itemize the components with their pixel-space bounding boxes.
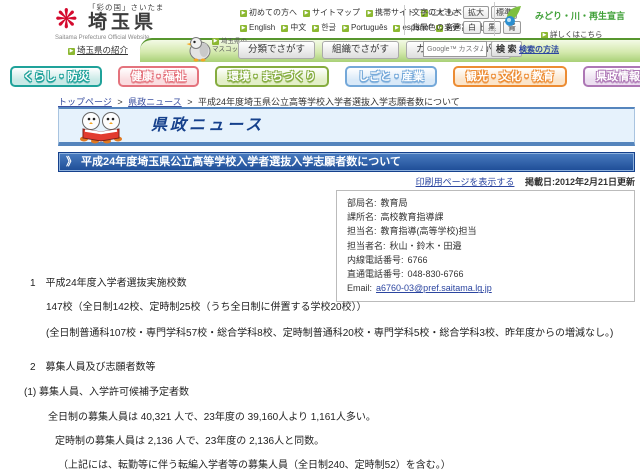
- breadcrumb-news-link[interactable]: 県政ニュース: [128, 97, 182, 107]
- arrow-icon: ▶: [68, 48, 75, 55]
- article-title-bar: 》平成24年度埼玉県公立高等学校入学者選抜入学志願者数について: [58, 152, 635, 172]
- arrow-icon: ▶: [240, 25, 247, 32]
- article-body: 1 平成24年度入学者選抜実施校数 147校（全日制142校、定時制25校（うち…: [24, 274, 632, 471]
- kobaton-mascot-icon: [186, 34, 214, 65]
- green-declaration-icon: [505, 6, 521, 26]
- nav-tab-shigoto-sangyou[interactable]: しごと・産業: [345, 66, 437, 87]
- site-logo[interactable]: ❋ 「彩の国」さいたま 埼玉県 Saitama Prefecture Offic…: [55, 2, 185, 41]
- nav-tab-kenkou-fukushi[interactable]: 健康・福祉: [118, 66, 199, 87]
- print-page-link[interactable]: 印刷用ページを表示する: [416, 177, 515, 187]
- font-size-enlarge-button[interactable]: 拡大: [463, 6, 489, 19]
- nav-tab-kankyou-machi[interactable]: 環境・まちづくり: [215, 66, 329, 87]
- arrow-icon: ▶: [240, 10, 247, 17]
- section1-line2: (全日制普通科107校・専門学科57校・総合学科8校、定時制普通科20校・専門学…: [46, 328, 614, 339]
- arrow-icon: ▶: [366, 10, 373, 17]
- link-korean[interactable]: ▶ 한글: [312, 23, 336, 32]
- publish-date: 掲載日:2012年2月21日更新: [524, 177, 635, 187]
- section1-line1: 147校（全日制142校、定時制25校（うち全日制に併置する学校20校））: [46, 302, 367, 313]
- arrow-icon: ▶: [281, 25, 289, 32]
- category-nav-tabs: くらし・防災 健康・福祉 環境・まちづくり しごと・産業 観光・文化・教育 県政…: [10, 66, 640, 87]
- link-portuguese[interactable]: ▶ Português: [341, 23, 387, 32]
- section2-subheading: (1) 募集人員、入学許可候補予定者数: [24, 387, 189, 398]
- contact-row-division: 課所名: 高校教育指導課: [347, 212, 444, 223]
- news-banner-title: 県政ニュース: [151, 117, 265, 134]
- section2-line3: （上記には、転勤等に伴う転編入学者等の募集人員（全日制240、定時制52）を含む…: [58, 460, 451, 471]
- bg-color-label: 背景色の変更: [412, 23, 460, 32]
- link-chinese[interactable]: ▶ 中文: [281, 23, 306, 32]
- news-mascot-icon: [75, 111, 131, 148]
- search-by-organization-button[interactable]: 組織でさがす: [322, 41, 400, 59]
- contact-row-bureau: 部局名: 教育局: [347, 198, 408, 208]
- section2-line1: 全日制の募集人員は 40,321 人で、23年度の 39,160人より 1,16…: [48, 412, 376, 423]
- search-help-link[interactable]: 検索の方法: [519, 44, 559, 55]
- site-name: 埼玉県: [88, 12, 158, 33]
- green-declaration-banner[interactable]: みどり・川・再生宣言 ▶ 詳しくはこちら: [494, 2, 640, 39]
- arrow-icon: ▶: [393, 25, 401, 32]
- link-first-time[interactable]: ▶ 初めての方へ: [240, 8, 297, 17]
- breadcrumb-separator: >: [117, 97, 123, 107]
- breadcrumb-separator: >: [187, 97, 193, 107]
- arrow-icon: ▶: [341, 25, 349, 32]
- nav-tab-kurashi-bousai[interactable]: くらし・防災: [10, 66, 102, 87]
- article-meta: 印刷用ページを表示する 掲載日:2012年2月21日更新: [58, 175, 635, 188]
- breadcrumb-home-link[interactable]: トップページ: [58, 97, 112, 107]
- contact-row-staff: 担当者名: 秋山・鈴木・田邉: [347, 240, 462, 251]
- bg-white-button[interactable]: 白: [463, 21, 481, 34]
- section1-heading: 1 平成24年度入学者選抜実施校数: [30, 278, 187, 289]
- top-header: ❋ 「彩の国」さいたま 埼玉県 Saitama Prefecture Offic…: [0, 0, 640, 55]
- nav-tab-kensei-joho[interactable]: 県政情報・統計: [583, 66, 640, 87]
- section2-line2: 定時制の募集人員は 2,136 人で、23年度の 2,136人と同数。: [55, 436, 325, 447]
- news-banner: 県政ニュース: [58, 107, 635, 146]
- double-angle-icon: 》: [66, 156, 77, 168]
- prefecture-flower-icon: ❋: [55, 4, 78, 34]
- intro-link[interactable]: ▶ 埼玉県の紹介: [68, 44, 128, 56]
- contact-row-section: 担当名: 教育指導(高等学校)担当: [347, 226, 477, 237]
- green-declaration-title: みどり・川・再生宣言: [535, 10, 626, 21]
- article-title: 平成24年度埼玉県公立高等学校入学者選抜入学志願者数について: [81, 156, 401, 168]
- nav-tab-kankou-bunka[interactable]: 観光・文化・教育: [453, 66, 567, 87]
- link-english[interactable]: ▶ English: [240, 23, 275, 32]
- search-by-category-button[interactable]: 分類でさがす: [238, 41, 316, 59]
- search-input[interactable]: [423, 41, 487, 57]
- breadcrumb-current: 平成24年度埼玉県公立高等学校入学者選抜入学志願者数について: [197, 97, 460, 107]
- arrow-icon: ▶: [312, 25, 320, 32]
- search-button[interactable]: 検 索: [491, 41, 522, 57]
- section2-heading: 2 募集人員及び志願者数等: [30, 362, 156, 373]
- arrow-icon: ▶: [212, 38, 219, 45]
- link-sitemap[interactable]: ▶ サイトマップ: [303, 8, 360, 17]
- arrow-icon: ▶: [303, 10, 310, 17]
- contact-row-extension: 内線電話番号: 6766: [347, 254, 428, 265]
- font-size-label: 文字の大きさ: [412, 8, 460, 17]
- quick-links: ▶ 初めての方へ ▶ サイトマップ ▶ 携帯サイト ▶ こどもページ ▶ English ▶ 中文 ▶…: [240, 5, 493, 35]
